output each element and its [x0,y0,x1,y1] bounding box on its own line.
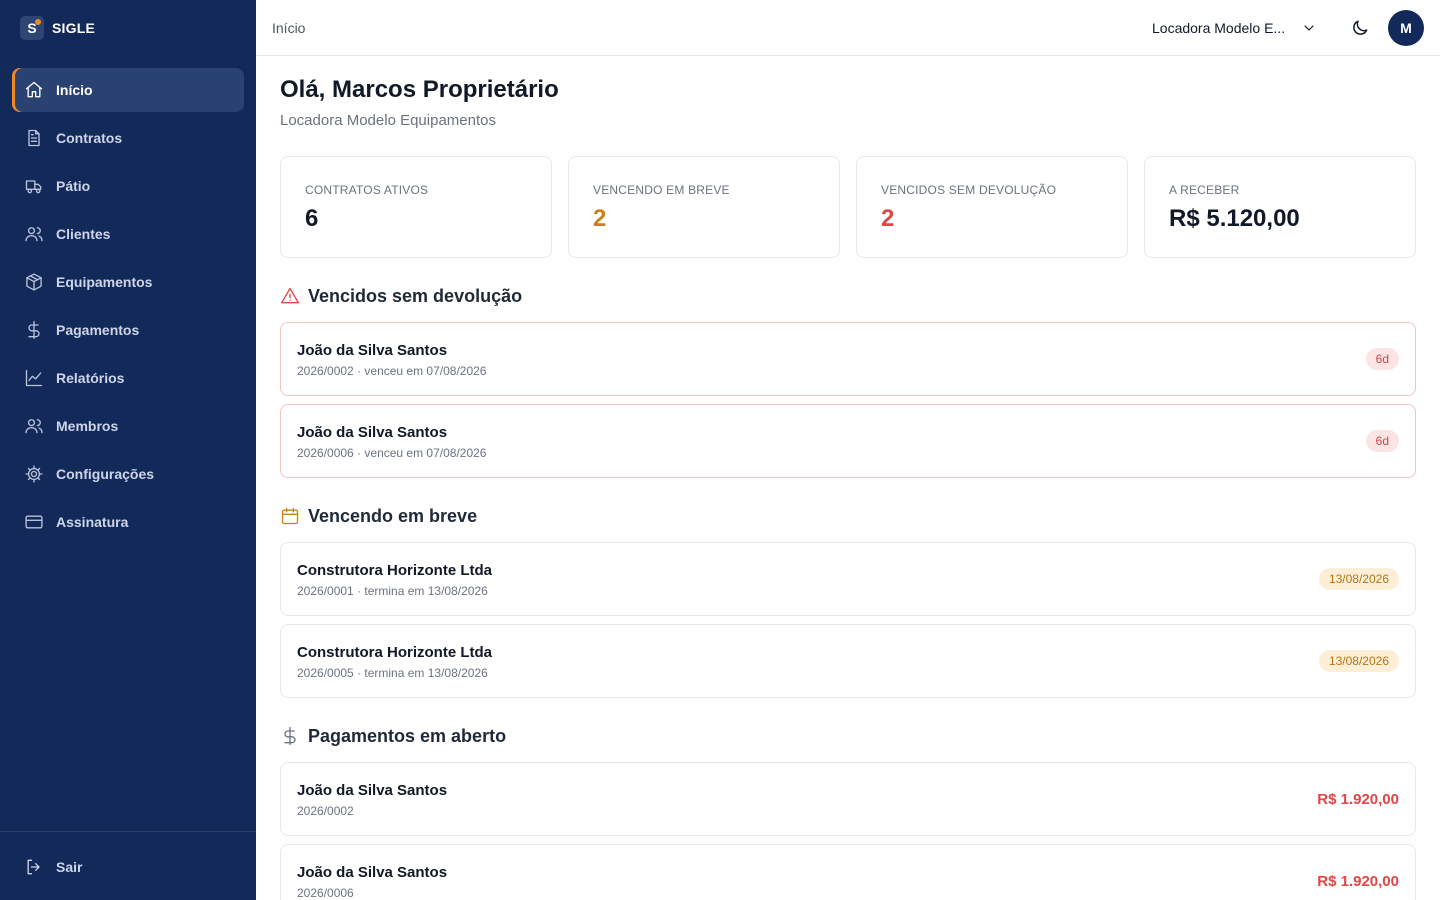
list-item[interactable]: João da Silva Santos 2026/0006 R$ 1.920,… [280,844,1416,900]
list-item[interactable]: João da Silva Santos 2026/0002 R$ 1.920,… [280,762,1416,836]
sidebar-item-equipamentos[interactable]: Equipamentos [12,260,244,304]
sidebar-item-patio[interactable]: Pátio [12,164,244,208]
contract-detail: 2026/0006 · venceu em 07/08/2026 [297,446,487,460]
client-name: João da Silva Santos [297,424,448,441]
stat-value: 6 [305,205,319,232]
box-icon [24,272,44,292]
stat-value: R$ 5.120,00 [1169,205,1300,232]
client-name: João da Silva Santos [297,864,448,881]
chart-line-icon [24,368,44,388]
list-item[interactable]: Construtora Horizonte Ltda 2026/0005 · t… [280,624,1416,698]
contract-detail: 2026/0001 · termina em 13/08/2026 [297,584,488,598]
stat-label: VENCIDOS SEM DEVOLUÇÃO [881,183,1057,197]
client-name: Construtora Horizonte Ltda [297,644,492,661]
end-date-badge: 13/08/2026 [1318,650,1399,672]
company-selector[interactable]: Locadora Modelo E... [1152,16,1317,40]
truck-icon [24,176,44,196]
file-text-icon [24,128,44,148]
calendar-icon [280,506,300,526]
logout-label: Sair [56,859,83,875]
section-title-label: Vencendo em breve [308,505,478,526]
contract-detail: 2026/0005 · termina em 13/08/2026 [297,666,488,680]
section-title-expiring: Vencendo em breve [280,504,477,528]
sidebar-item-pagamentos[interactable]: Pagamentos [12,308,244,352]
logout-button[interactable]: Sair [12,845,244,889]
sidebar-item-label: Contratos [56,130,123,146]
days-overdue-badge: 6d [1365,348,1399,370]
dollar-icon [24,320,44,340]
brand-logo: S [20,16,44,40]
contract-number: 2026/0002 [297,804,354,818]
sidebar-item-configuracoes[interactable]: Configurações [12,452,244,496]
brand-name: SIGLE [52,20,96,36]
list-item[interactable]: Construtora Horizonte Ltda 2026/0001 · t… [280,542,1416,616]
sidebar-item-label: Membros [56,418,119,434]
sidebar-footer: Sair [0,831,256,900]
users-icon [24,416,44,436]
logout-icon [24,857,44,877]
sidebar-item-label: Pátio [56,178,91,194]
company-selector-label: Locadora Modelo E... [1152,20,1286,36]
company-name: Locadora Modelo Equipamentos [280,112,496,129]
sidebar-item-label: Configurações [56,466,155,482]
list-item[interactable]: João da Silva Santos 2026/0002 · venceu … [280,322,1416,396]
sidebar-item-inicio[interactable]: Início [12,68,244,112]
stat-value: 2 [881,205,895,232]
stat-label: VENCENDO EM BREVE [593,183,730,197]
credit-card-icon [24,512,44,532]
end-date-badge: 13/08/2026 [1318,568,1399,590]
dollar-icon [280,726,300,746]
stat-label: CONTRATOS ATIVOS [305,183,429,197]
home-icon [24,80,44,100]
avatar[interactable]: M [1388,10,1424,46]
sidebar-item-contratos[interactable]: Contratos [12,116,244,160]
client-name: Construtora Horizonte Ltda [297,562,492,579]
brand-logo-dot [35,19,41,25]
gear-icon [24,464,44,484]
sidebar-item-label: Clientes [56,226,111,242]
sidebar-item-label: Equipamentos [56,274,153,290]
sidebar-item-label: Assinatura [56,514,129,530]
sidebar-item-membros[interactable]: Membros [12,404,244,448]
sidebar-item-assinatura[interactable]: Assinatura [12,500,244,544]
sidebar-item-label: Relatórios [56,370,125,386]
section-title-payments: Pagamentos em aberto [280,724,506,748]
moon-icon[interactable] [1350,18,1370,38]
chevron-down-icon [1301,20,1317,36]
sidebar-item-relatorios[interactable]: Relatórios [12,356,244,400]
warning-triangle-icon [280,286,300,306]
sidebar-item-label: Início [56,82,93,98]
sidebar-item-label: Pagamentos [56,322,140,338]
section-title-label: Pagamentos em aberto [308,725,507,746]
users-icon [24,224,44,244]
stat-label: A RECEBER [1169,183,1240,197]
contract-detail: 2026/0002 · venceu em 07/08/2026 [297,364,487,378]
stats-cards: CONTRATOS ATIVOS 6 VENCENDO EM BREVE 2 V… [280,156,1416,258]
stat-card-vencendo-em-breve: VENCENDO EM BREVE 2 [568,156,840,258]
brand[interactable]: S SIGLE [20,16,95,40]
breadcrumb[interactable]: Início [272,20,305,36]
stat-value: 2 [593,205,607,232]
sidebar-nav: Início Contratos Pátio Clientes Equipame… [12,68,244,548]
open-amount: R$ 1.920,00 [1317,873,1399,890]
section-title-label: Vencidos sem devolução [308,285,523,306]
sidebar: S SIGLE Início Contratos Pátio Clientes … [0,0,256,900]
section-title-overdue: Vencidos sem devolução [280,284,522,308]
stat-card-contratos-ativos: CONTRATOS ATIVOS 6 [280,156,552,258]
stat-card-a-receber: A RECEBER R$ 5.120,00 [1144,156,1416,258]
sidebar-item-clientes[interactable]: Clientes [12,212,244,256]
stat-card-vencidos-sem-devolucao: VENCIDOS SEM DEVOLUÇÃO 2 [856,156,1128,258]
open-amount: R$ 1.920,00 [1317,791,1399,808]
contract-number: 2026/0006 [297,886,354,900]
page-title: Olá, Marcos Proprietário [280,76,559,103]
topbar: Início Locadora Modelo E... M [256,0,1440,56]
days-overdue-badge: 6d [1365,430,1399,452]
list-item[interactable]: João da Silva Santos 2026/0006 · venceu … [280,404,1416,478]
client-name: João da Silva Santos [297,782,448,799]
client-name: João da Silva Santos [297,342,448,359]
